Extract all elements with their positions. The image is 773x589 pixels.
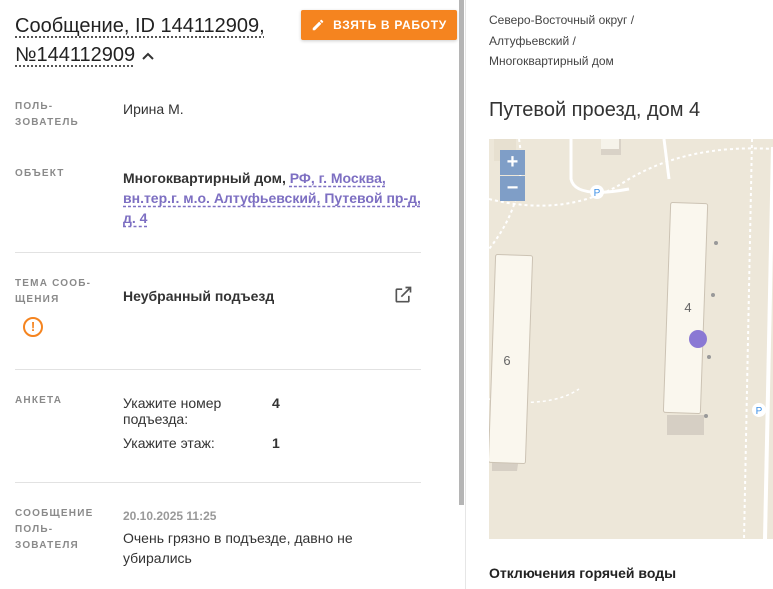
open-external-icon[interactable] xyxy=(393,285,413,305)
map-canvas: 4 6 P P xyxy=(489,139,773,539)
pencil-icon xyxy=(312,19,324,31)
building-4[interactable] xyxy=(662,202,709,435)
hot-water-outages-heading: Отключения горячей воды xyxy=(489,565,677,581)
take-to-work-button[interactable]: ВЗЯТЬ В РАБОТУ xyxy=(301,10,457,40)
user-label: ПОЛЬ- ЗОВАТЕЛЬ xyxy=(15,101,79,128)
object-value: Многоквартирный дом, РФ, г. Москва, вн.т… xyxy=(123,168,423,228)
parking-marker[interactable]: P xyxy=(590,185,604,199)
building-6[interactable] xyxy=(489,254,534,471)
survey-label: АНКЕТА xyxy=(15,395,63,406)
breadcrumb-district[interactable]: Северо-Восточный округ / xyxy=(489,10,634,30)
warning-icon: ! xyxy=(23,317,43,337)
object-type: Многоквартирный дом, xyxy=(123,170,286,186)
zoom-in-button[interactable]: + xyxy=(500,150,525,175)
divider xyxy=(15,482,421,483)
take-to-work-label: ВЗЯТЬ В РАБОТУ xyxy=(333,18,447,32)
survey-answer-entrance: 4 xyxy=(272,395,280,411)
user-value: Ирина М. xyxy=(123,101,184,117)
parking-marker[interactable]: P xyxy=(752,403,766,417)
divider xyxy=(15,369,421,370)
building-4-label: 4 xyxy=(684,300,691,315)
user-message-date: 20.10.2025 11:25 xyxy=(123,509,217,523)
survey-question-entrance: Укажите номер подъезда: xyxy=(123,395,222,427)
object-label: ОБЪЕКТ xyxy=(15,168,65,179)
svg-text:P: P xyxy=(594,188,601,199)
breadcrumb-area[interactable]: Алтуфьевский / xyxy=(489,31,576,51)
topic-label: ТЕМА СООБ- ЩЕНИЯ xyxy=(15,278,92,305)
message-title[interactable]: Сообщение, ID 144112909, №144112909 xyxy=(15,12,295,70)
map-zoom-controls: + − xyxy=(500,150,525,201)
zoom-out-button[interactable]: − xyxy=(500,176,525,201)
survey-question-floor: Укажите этаж: xyxy=(123,435,215,451)
user-message-label: СООБЩЕНИЕ ПОЛЬ- ЗОВАТЕЛЯ xyxy=(15,508,94,551)
breadcrumb-object-type[interactable]: Многоквартирный дом xyxy=(489,51,614,71)
location-marker[interactable] xyxy=(689,330,707,348)
address-title: Путевой проезд, дом 4 xyxy=(489,99,701,121)
user-message-text: Очень грязно в подъезде, давно не убирал… xyxy=(123,530,353,566)
message-panel: Сообщение, ID 144112909, №144112909 ВЗЯТ… xyxy=(0,0,460,589)
panel-separator xyxy=(465,0,466,589)
divider xyxy=(15,252,421,253)
chevron-up-icon[interactable] xyxy=(141,41,155,70)
topic-value: Неубранный подъезд xyxy=(123,288,275,304)
svg-text:P: P xyxy=(756,406,763,417)
map[interactable]: 4 6 P P xyxy=(489,139,773,539)
survey-answer-floor: 1 xyxy=(272,435,280,451)
building-6-label: 6 xyxy=(503,353,510,368)
scrollbar[interactable] xyxy=(459,0,464,505)
message-title-text: Сообщение, ID 144112909, №144112909 xyxy=(15,15,265,66)
